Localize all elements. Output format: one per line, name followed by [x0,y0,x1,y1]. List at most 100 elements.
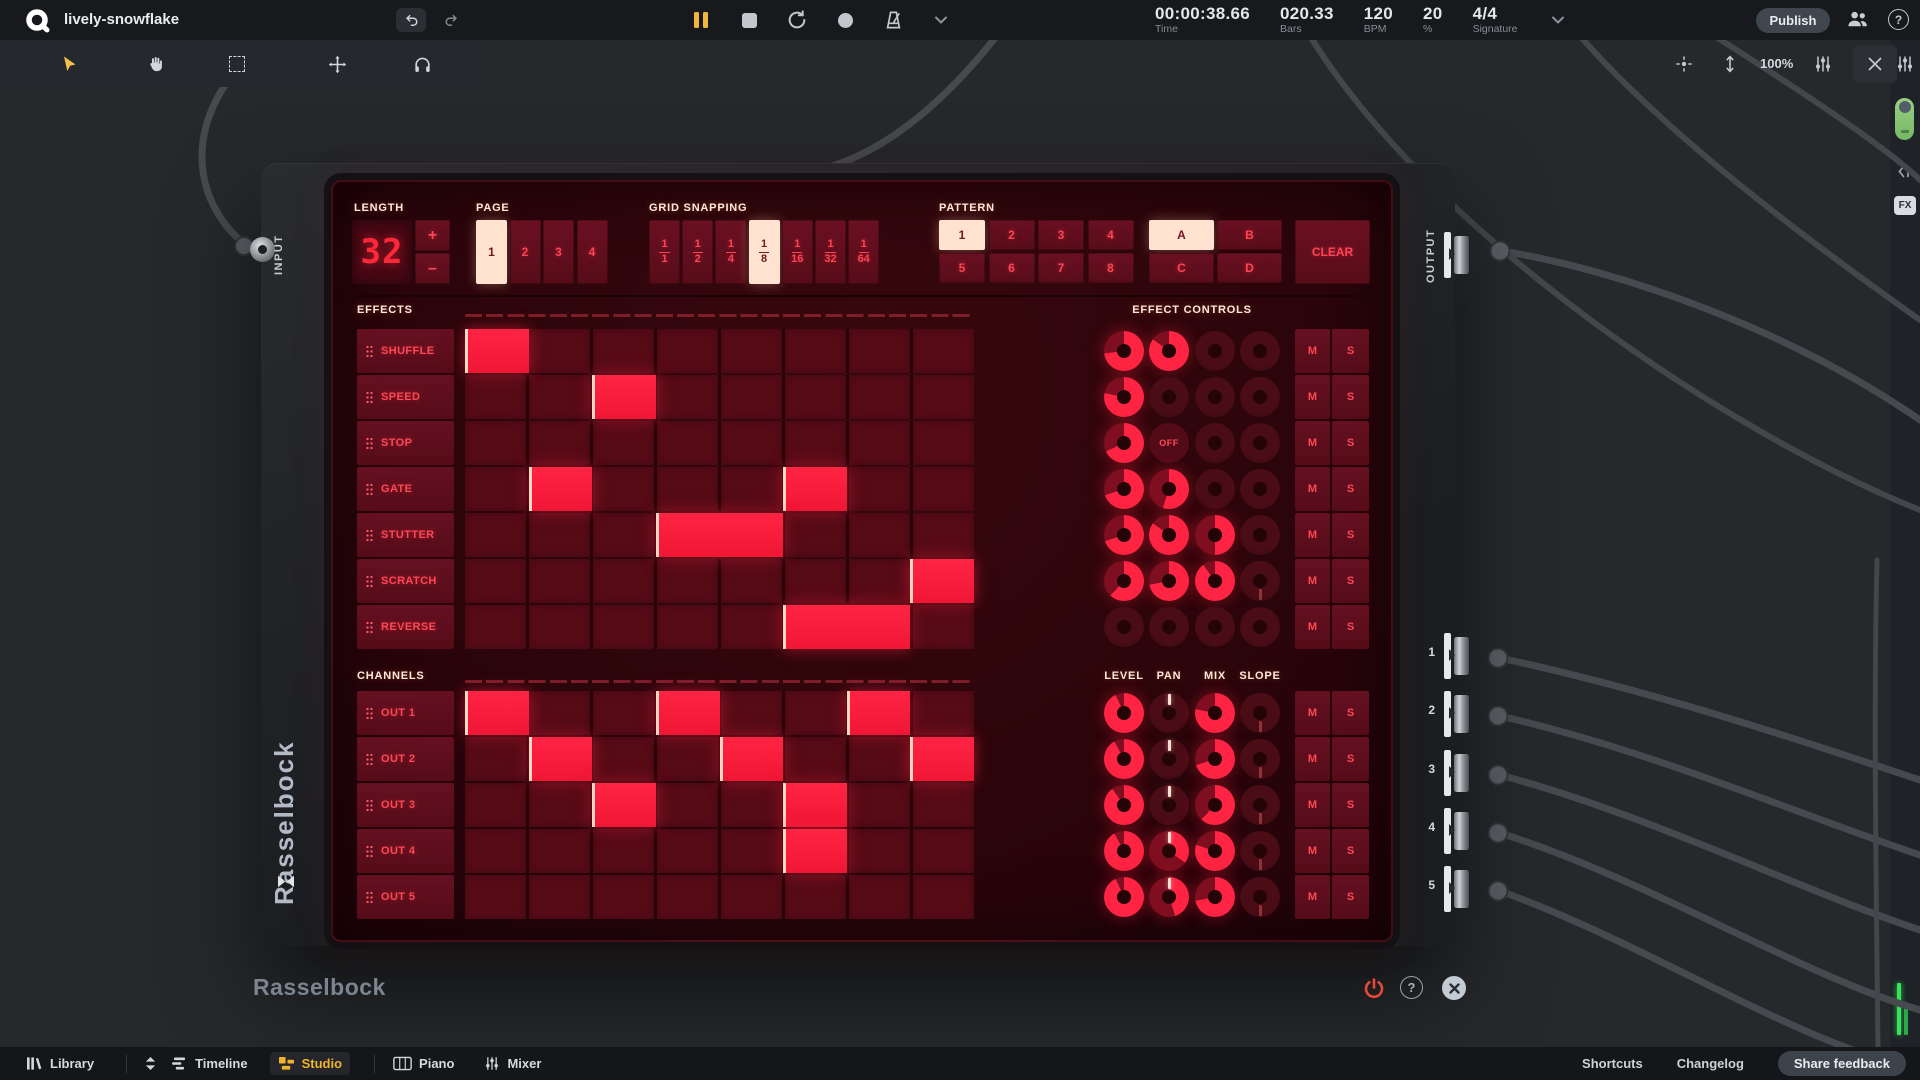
note-block[interactable] [910,559,974,603]
step-cell[interactable] [785,329,846,373]
drag-handle-icon[interactable] [365,891,374,904]
step-cell[interactable] [913,513,974,557]
channel-knob[interactable] [1104,693,1144,733]
channel-row-label-out-1[interactable]: OUT 1 [357,691,454,735]
effect-row-label-stutter[interactable]: STUTTER [357,513,454,557]
step-cell[interactable] [913,421,974,465]
channel-knob[interactable] [1240,785,1280,825]
step-cell[interactable] [465,375,526,419]
solo-button[interactable]: S [1332,783,1369,827]
channel-step-row[interactable] [465,737,974,781]
note-block[interactable] [465,329,529,373]
step-cell[interactable] [593,513,654,557]
note-block[interactable] [656,691,720,735]
chevron-down-icon[interactable] [1552,16,1564,24]
step-cell[interactable] [657,467,718,511]
snap-button-1-1[interactable]: 11 [649,220,680,284]
channel-knob[interactable] [1195,739,1235,779]
marquee-icon[interactable] [221,48,253,80]
effect-knob[interactable] [1240,515,1280,555]
step-cell[interactable] [657,829,718,873]
pattern-button-4[interactable]: 4 [1088,220,1134,250]
effect-knob[interactable] [1240,423,1280,463]
tab-mixer[interactable]: Mixer [476,1052,549,1075]
step-cell[interactable] [465,421,526,465]
step-cell[interactable] [849,875,910,919]
snap-button-1-8[interactable]: 18 [749,220,780,284]
channel-step-row[interactable] [465,875,974,919]
step-cell[interactable] [593,329,654,373]
zoom-level[interactable]: 100% [1760,56,1793,71]
step-cell[interactable] [785,691,846,735]
undo-icon[interactable] [396,8,426,32]
drag-handle-icon[interactable] [365,845,374,858]
channel-row-label-out-5[interactable]: OUT 5 [357,875,454,919]
solo-button[interactable]: S [1332,375,1369,419]
mute-button[interactable]: M [1295,783,1330,827]
effect-knob[interactable] [1240,331,1280,371]
step-cell[interactable] [465,829,526,873]
channel-knob[interactable] [1240,693,1280,733]
channel-step-row[interactable] [465,691,974,735]
step-cell[interactable] [465,875,526,919]
step-cell[interactable] [529,329,590,373]
chevron-down-icon[interactable] [930,9,952,31]
effect-knob[interactable]: OFF [1149,423,1189,463]
drag-handle-icon[interactable] [365,753,374,766]
effect-step-row[interactable] [465,467,974,511]
effect-step-row[interactable] [465,421,974,465]
help-icon[interactable]: ? [1888,9,1909,30]
effect-knob[interactable] [1195,469,1235,509]
step-cell[interactable] [721,605,782,649]
drag-handle-icon[interactable] [365,391,374,404]
channel-knob[interactable] [1104,877,1144,917]
step-cell[interactable] [465,737,526,781]
step-cell[interactable] [913,375,974,419]
output-jack-1[interactable]: 1 [1395,633,1475,679]
solo-button[interactable]: S [1332,559,1369,603]
effect-row-label-scratch[interactable]: SCRATCH [357,559,454,603]
solo-button[interactable]: S [1332,829,1369,873]
auto-center-icon[interactable] [1668,48,1700,80]
tab-piano[interactable]: Piano [385,1052,462,1075]
effect-knob[interactable] [1149,331,1189,371]
step-cell[interactable] [849,559,910,603]
effect-step-row[interactable] [465,375,974,419]
effect-knob[interactable] [1104,377,1144,417]
audiotool-logo-icon[interactable] [24,7,51,34]
pattern-button-5[interactable]: 5 [939,253,985,283]
pattern-bank-button-B[interactable]: B [1217,220,1282,250]
stat-bars[interactable]: 020.33Bars [1280,5,1334,36]
drag-handle-icon[interactable] [365,707,374,720]
channel-knob[interactable] [1104,739,1144,779]
mute-button[interactable]: M [1295,421,1330,465]
effect-step-row[interactable] [465,329,974,373]
step-cell[interactable] [529,559,590,603]
solo-button[interactable]: S [1332,421,1369,465]
device-help-icon[interactable]: ? [1400,976,1423,999]
step-cell[interactable] [657,737,718,781]
step-cell[interactable] [465,605,526,649]
step-cell[interactable] [465,513,526,557]
step-cell[interactable] [593,737,654,781]
step-cell[interactable] [465,467,526,511]
close-icon[interactable] [1853,45,1897,83]
effect-knob[interactable] [1195,561,1235,601]
effect-row-label-shuffle[interactable]: SHUFFLE [357,329,454,373]
effect-knob[interactable] [1195,331,1235,371]
collaborators-icon[interactable] [1846,9,1869,29]
step-cell[interactable] [593,467,654,511]
length-display[interactable]: 32 [352,220,412,284]
snap-button-1-4[interactable]: 14 [715,220,746,284]
step-cell[interactable] [721,559,782,603]
stat-%[interactable]: 20% [1423,5,1443,36]
solo-button[interactable]: S [1332,329,1369,373]
snap-button-1-32[interactable]: 132 [815,220,846,284]
drag-handle-icon[interactable] [365,345,374,358]
step-cell[interactable] [913,783,974,827]
mute-button[interactable]: M [1295,691,1330,735]
cable[interactable] [800,38,995,173]
drag-handle-icon[interactable] [365,621,374,634]
step-cell[interactable] [657,605,718,649]
changelog-link[interactable]: Changelog [1677,1056,1744,1071]
